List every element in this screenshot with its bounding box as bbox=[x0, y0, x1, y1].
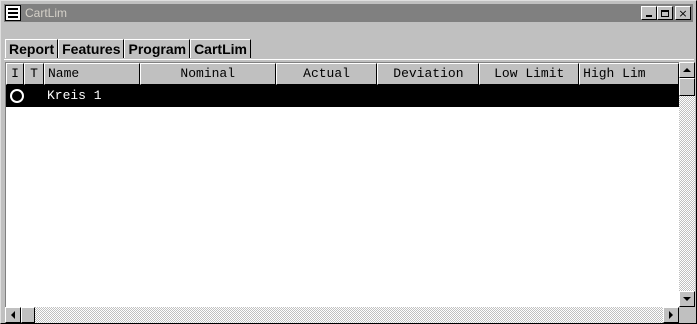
table-header: I T Name Nominal Actual Deviation Low Li… bbox=[6, 63, 679, 85]
scrollbar-corner bbox=[679, 307, 695, 323]
tab-program[interactable]: Program bbox=[124, 39, 191, 58]
tab-cartlim[interactable]: CartLim bbox=[190, 39, 251, 58]
row-deviation-cell bbox=[377, 85, 479, 107]
horizontal-scrollbar[interactable] bbox=[5, 307, 679, 323]
scroll-down-button[interactable] bbox=[679, 291, 695, 307]
title-bar[interactable]: CartLim × bbox=[4, 4, 693, 22]
column-header-t[interactable]: T bbox=[23, 63, 44, 85]
arrow-down-icon bbox=[683, 297, 691, 301]
tab-strip: Report Features Program CartLim bbox=[5, 39, 251, 58]
column-header-nominal[interactable]: Nominal bbox=[139, 63, 276, 85]
row-name-cell: Kreis 1 bbox=[46, 88, 102, 103]
scroll-left-button[interactable] bbox=[5, 307, 21, 323]
row-t-cell bbox=[24, 85, 44, 107]
column-header-deviation[interactable]: Deviation bbox=[377, 63, 480, 85]
row-low-limit-cell bbox=[479, 85, 579, 107]
tab-features[interactable]: Features bbox=[58, 39, 125, 58]
results-table: I T Name Nominal Actual Deviation Low Li… bbox=[5, 62, 679, 307]
row-nominal-cell bbox=[140, 85, 276, 107]
window-controls: × bbox=[641, 6, 691, 20]
arrow-up-icon bbox=[683, 68, 691, 72]
row-status-cell bbox=[6, 85, 24, 107]
row-actual-cell bbox=[276, 85, 378, 107]
close-button[interactable]: × bbox=[675, 6, 691, 20]
arrow-right-icon bbox=[669, 311, 673, 319]
column-header-high-limit[interactable]: High Lim bbox=[579, 63, 679, 85]
column-header-name[interactable]: Name bbox=[43, 63, 140, 85]
app-icon[interactable] bbox=[5, 5, 21, 21]
close-icon: × bbox=[678, 6, 688, 20]
scroll-right-button[interactable] bbox=[663, 307, 679, 323]
tab-divider bbox=[4, 59, 694, 60]
scroll-up-button[interactable] bbox=[679, 62, 695, 78]
tab-report[interactable]: Report bbox=[5, 39, 59, 58]
window-title: CartLim bbox=[25, 6, 68, 20]
minimize-icon bbox=[646, 15, 652, 17]
cartlim-window: CartLim × Report Features Program CartLi… bbox=[0, 0, 697, 324]
vertical-scroll-thumb[interactable] bbox=[679, 78, 695, 96]
maximize-icon bbox=[661, 9, 669, 17]
arrow-left-icon bbox=[11, 311, 15, 319]
column-header-actual[interactable]: Actual bbox=[275, 63, 378, 85]
column-header-low-limit[interactable]: Low Limit bbox=[479, 63, 580, 85]
horizontal-scroll-thumb[interactable] bbox=[21, 307, 35, 323]
vertical-scrollbar[interactable] bbox=[679, 62, 695, 307]
minimize-button[interactable] bbox=[641, 6, 657, 20]
maximize-button[interactable] bbox=[657, 6, 673, 20]
row-high-limit-cell bbox=[579, 85, 679, 107]
table-row[interactable]: Kreis 1 bbox=[6, 85, 679, 107]
column-header-i[interactable]: I bbox=[6, 63, 24, 85]
circle-icon bbox=[10, 88, 24, 103]
